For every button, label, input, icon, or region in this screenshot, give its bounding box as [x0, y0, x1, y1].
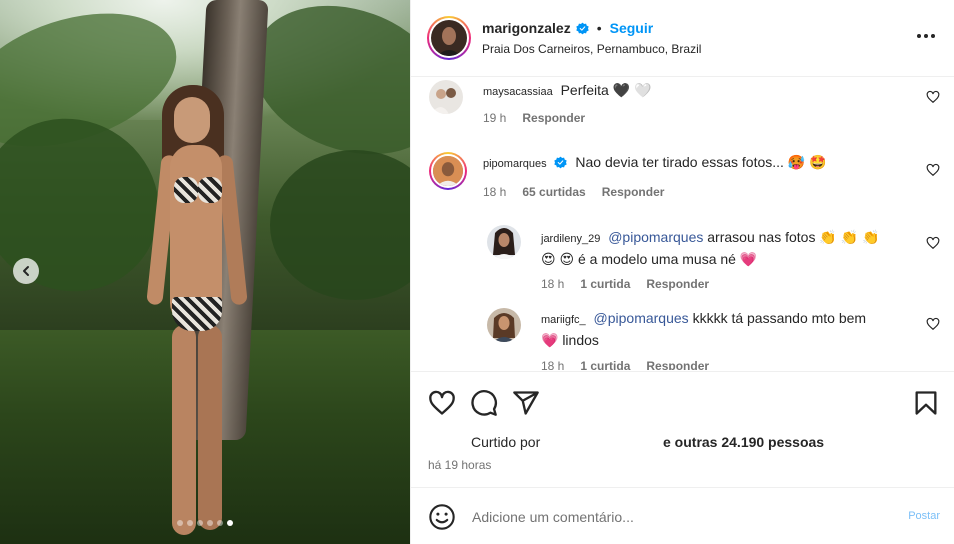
- post-media[interactable]: [0, 0, 410, 544]
- more-horizontal-icon: [917, 34, 921, 38]
- comment-text-line2: 💗 lindos: [541, 332, 599, 348]
- carousel-dot: [187, 520, 193, 526]
- reply-button[interactable]: Responder: [646, 277, 709, 291]
- comment-body: pipomarques Nao devia ter tirado essas f…: [483, 152, 903, 174]
- heart-icon[interactable]: [428, 389, 456, 417]
- commenter-avatar[interactable]: [429, 152, 467, 190]
- comment-username[interactable]: pipomarques: [483, 158, 547, 170]
- comment-like-icon[interactable]: [926, 90, 940, 104]
- post-comment-button[interactable]: Postar: [908, 510, 940, 522]
- post-side-panel: marigonzalez • Seguir Praia Dos Carneiro…: [410, 0, 954, 544]
- emoji-icon[interactable]: [428, 503, 456, 531]
- carousel-dot: [207, 520, 213, 526]
- carousel-dot: [177, 520, 183, 526]
- liked-by-others[interactable]: e outras 24.190 pessoas: [663, 434, 824, 450]
- header-separator: •: [596, 20, 602, 36]
- comment-actions: 18 h 1 curtida Responder: [541, 277, 709, 291]
- comment-text: Perfeita 🖤 🤍: [560, 82, 652, 98]
- reply-item: jardileny_29 @pipomarques arrasou nas fo…: [411, 224, 954, 304]
- commenter-avatar[interactable]: [487, 308, 521, 342]
- author-username[interactable]: marigonzalez: [482, 20, 571, 36]
- comment-icon[interactable]: [470, 389, 498, 417]
- carousel-dot: [217, 520, 223, 526]
- comment-item: maysacassiaa Perfeita 🖤 🤍 19 h Responder: [411, 78, 954, 138]
- commenter-avatar[interactable]: [487, 225, 521, 259]
- comment-composer: Postar: [411, 487, 954, 544]
- author-avatar[interactable]: [427, 16, 471, 60]
- comment-like-icon[interactable]: [926, 317, 940, 331]
- reply-button[interactable]: Responder: [602, 185, 665, 199]
- avatar-image: [487, 308, 521, 342]
- commenter-avatar[interactable]: [429, 80, 463, 114]
- avatar-image: [429, 80, 463, 114]
- reply-item: mariigfc_ @pipomarques kkkkk tá passando…: [411, 305, 954, 370]
- post-action-bar: Curtido por e outras 24.190 pessoas há 1…: [411, 371, 954, 481]
- avatar-image: [487, 225, 521, 259]
- reply-button[interactable]: Responder: [522, 111, 585, 125]
- reply-button[interactable]: Responder: [646, 359, 709, 370]
- avatar-image: [431, 20, 467, 56]
- liked-by-label: Curtido por: [471, 434, 541, 450]
- share-icon[interactable]: [512, 389, 540, 417]
- comment-text-line1: kkkkk tá passando mto bem: [692, 310, 867, 326]
- comment-likes-count[interactable]: 65 curtidas: [522, 185, 585, 199]
- follow-button[interactable]: Seguir: [610, 20, 654, 36]
- carousel-dot-active: [227, 520, 233, 526]
- comment-item: pipomarques Nao devia ter tirado essas f…: [411, 150, 954, 210]
- comment-body: mariigfc_ @pipomarques kkkkk tá passando…: [541, 308, 901, 350]
- avatar-image: [431, 154, 465, 188]
- post-header: marigonzalez • Seguir Praia Dos Carneiro…: [411, 0, 954, 77]
- carousel-indicator: [0, 520, 410, 526]
- comment-text-line2: 😍 😍 é a modelo uma musa né 💗: [541, 251, 758, 267]
- comment-like-icon[interactable]: [926, 236, 940, 250]
- verified-badge-icon: [554, 156, 568, 169]
- comment-text: Nao devia ter tirado essas fotos... 🥵 🤩: [575, 154, 827, 170]
- carousel-prev-button[interactable]: [13, 258, 39, 284]
- comment-time[interactable]: 19 h: [483, 111, 506, 125]
- photo-palm-frond: [270, 150, 410, 300]
- post-location[interactable]: Praia Dos Carneiros, Pernambuco, Brazil: [482, 42, 701, 56]
- comment-body: jardileny_29 @pipomarques arrasou nas fo…: [541, 227, 901, 269]
- comments-list[interactable]: maysacassiaa Perfeita 🖤 🤍 19 h Responder: [411, 78, 954, 370]
- comment-likes-count[interactable]: 1 curtida: [580, 359, 630, 370]
- comment-actions: 18 h 1 curtida Responder: [541, 359, 709, 370]
- comment-actions: 18 h 65 curtidas Responder: [483, 185, 664, 199]
- carousel-dot: [197, 520, 203, 526]
- comment-mention[interactable]: @pipomarques: [594, 310, 689, 326]
- comment-like-icon[interactable]: [926, 163, 940, 177]
- comment-username[interactable]: maysacassiaa: [483, 86, 553, 98]
- post-dialog: marigonzalez • Seguir Praia Dos Carneiro…: [0, 0, 954, 544]
- comment-mention[interactable]: @pipomarques: [608, 229, 703, 245]
- photo-person: [146, 85, 250, 540]
- comment-time[interactable]: 18 h: [483, 185, 506, 199]
- comment-actions: 19 h Responder: [483, 111, 585, 125]
- comment-text-line1: arrasou nas fotos 👏 👏 👏: [707, 229, 880, 245]
- bookmark-icon[interactable]: [912, 389, 940, 417]
- comment-time[interactable]: 18 h: [541, 359, 564, 370]
- comment-likes-count[interactable]: 1 curtida: [580, 277, 630, 291]
- verified-badge-icon: [576, 22, 589, 34]
- chevron-left-icon: [23, 266, 29, 276]
- post-timestamp[interactable]: há 19 horas: [428, 458, 491, 472]
- liked-by-count[interactable]: e outras 24.190 pessoas: [663, 434, 824, 450]
- comment-body: maysacassiaa Perfeita 🖤 🤍: [483, 80, 903, 102]
- more-options-button[interactable]: [915, 28, 937, 44]
- comment-username[interactable]: jardileny_29: [541, 233, 600, 245]
- comment-username[interactable]: mariigfc_: [541, 314, 586, 326]
- comment-time[interactable]: 18 h: [541, 277, 564, 291]
- header-meta: marigonzalez • Seguir: [482, 20, 653, 36]
- comment-input[interactable]: [472, 506, 892, 528]
